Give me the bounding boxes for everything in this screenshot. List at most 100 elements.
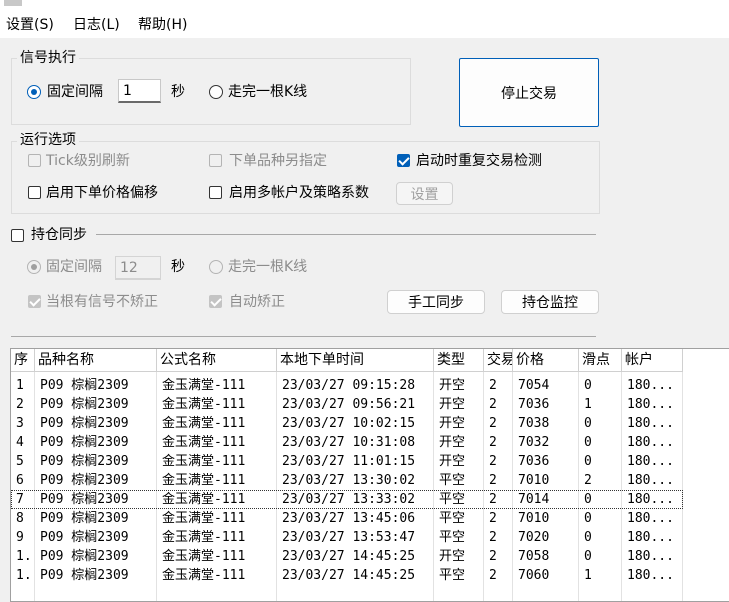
menu-help[interactable]: 帮助(H) (138, 16, 187, 34)
startup-check-label: 启动时重复交易检测 (416, 153, 542, 169)
stop-trading-button[interactable]: 停止交易 (459, 58, 599, 127)
tick-refresh-label: Tick级别刷新 (46, 153, 130, 169)
cell-account: 180... (627, 473, 674, 488)
startup-check-checkbox[interactable] (397, 154, 410, 167)
column-header-price[interactable]: 价格 (513, 349, 579, 372)
cell-variety: P09 棕榈2309 (40, 568, 129, 583)
table-row[interactable]: 1 P09 棕榈2309 金玉满堂-111 23/03/27 09:15:28 开空 2 7… (11, 376, 683, 395)
sync-fixed-interval-radio[interactable] (27, 260, 41, 274)
cell-time: 23/03/27 13:33:02 (282, 492, 416, 507)
signal-kline-label: 走完一根K线 (228, 84, 308, 100)
cell-formula: 金玉满堂-111 (162, 397, 246, 412)
auto-fix-checkbox[interactable] (209, 295, 222, 308)
cell-account: 180... (627, 378, 674, 393)
price-offset-checkbox[interactable] (28, 186, 41, 199)
table-row[interactable]: 2 P09 棕榈2309 金玉满堂-111 23/03/27 09:56:21 开空 2 7… (11, 395, 683, 414)
column-header-type[interactable]: 类型 (434, 349, 484, 372)
cell-price: 7038 (518, 416, 550, 431)
sync-kline-radio[interactable] (209, 260, 223, 274)
table-row[interactable]: 5 P09 棕榈2309 金玉满堂-111 23/03/27 11:01:15 开空 2 7… (11, 452, 683, 471)
cell-slippage: 1 (584, 568, 592, 583)
column-header-formula[interactable]: 公式名称 (157, 349, 277, 372)
table-separator (11, 336, 596, 337)
cell-price: 7014 (518, 492, 550, 507)
column-header-qty[interactable]: 交易数 (484, 349, 513, 372)
signal-fixed-interval-radio[interactable] (27, 85, 41, 99)
position-sync-label: 持仓同步 (31, 227, 87, 243)
column-header-slippage[interactable]: 滑点 (579, 349, 622, 372)
cell-qty: 2 (489, 530, 497, 545)
app-icon (4, 0, 22, 6)
cell-variety: P09 棕榈2309 (40, 416, 129, 431)
position-monitor-button[interactable]: 持仓监控 (501, 290, 599, 314)
column-header-variety[interactable]: 品种名称 (35, 349, 157, 372)
cell-qty: 2 (489, 568, 497, 583)
column-header-seq[interactable]: 序 (11, 349, 35, 372)
table-row[interactable]: 1. P09 棕榈2309 金玉满堂-111 23/03/27 14:45:25 开空 2… (11, 547, 683, 566)
cell-slippage: 2 (584, 473, 592, 488)
table-row[interactable]: 6 P09 棕榈2309 金玉满堂-111 23/03/27 13:30:02 平空 2 7… (11, 471, 683, 490)
signal-seconds-label: 秒 (171, 84, 185, 100)
column-header-account[interactable]: 帐户 (622, 349, 683, 372)
menu-settings[interactable]: 设置(S) (6, 16, 54, 34)
table-row[interactable]: 7 P09 棕榈2309 金玉满堂-111 23/03/27 13:33:02 平空 2 7… (11, 490, 683, 509)
sync-separator (96, 234, 596, 235)
table-row[interactable]: 8 P09 棕榈2309 金玉满堂-111 23/03/27 13:45:06 平空 2 7… (11, 509, 683, 528)
cell-account: 180... (627, 397, 674, 412)
signal-kline-radio[interactable] (209, 85, 223, 99)
title-bar (0, 0, 729, 12)
cell-variety: P09 棕榈2309 (40, 511, 129, 526)
cell-seq: 8 (16, 511, 24, 526)
cell-slippage: 0 (584, 454, 592, 469)
cell-account: 180... (627, 416, 674, 431)
cell-account: 180... (627, 435, 674, 450)
cell-formula: 金玉满堂-111 (162, 473, 246, 488)
cell-type: 平空 (439, 473, 466, 488)
cell-variety: P09 棕榈2309 (40, 454, 129, 469)
cell-formula: 金玉满堂-111 (162, 416, 246, 431)
trade-list[interactable]: 序品种名称公式名称本地下单时间类型交易数价格滑点帐户 1 P09 棕榈2309 金玉… (10, 348, 729, 602)
cell-price: 7060 (518, 568, 550, 583)
cell-type: 开空 (439, 549, 466, 564)
order-variety-label: 下单品种另指定 (229, 153, 327, 169)
no-fix-checkbox[interactable] (28, 295, 41, 308)
cell-formula: 金玉满堂-111 (162, 568, 246, 583)
cell-formula: 金玉满堂-111 (162, 435, 246, 450)
cell-time: 23/03/27 09:15:28 (282, 378, 416, 393)
multi-account-checkbox[interactable] (209, 186, 222, 199)
sync-interval-input[interactable] (115, 256, 161, 280)
position-sync-checkbox[interactable] (11, 229, 24, 242)
cell-slippage: 0 (584, 378, 592, 393)
table-row[interactable]: 9 P09 棕榈2309 金玉满堂-111 23/03/27 13:53:47 平空 2 7… (11, 528, 683, 547)
cell-account: 180... (627, 454, 674, 469)
cell-seq: 2 (16, 397, 24, 412)
cell-account: 180... (627, 511, 674, 526)
cell-time: 23/03/27 13:53:47 (282, 530, 416, 545)
table-row[interactable]: 3 P09 棕榈2309 金玉满堂-111 23/03/27 10:02:15 开空 2 7… (11, 414, 683, 433)
cell-time: 23/03/27 09:56:21 (282, 397, 416, 412)
cell-seq: 4 (16, 435, 24, 450)
cell-qty: 2 (489, 473, 497, 488)
multi-account-settings-button[interactable]: 设置 (396, 182, 453, 205)
table-row[interactable]: 4 P09 棕榈2309 金玉满堂-111 23/03/27 10:31:08 开空 2 7… (11, 433, 683, 452)
order-variety-checkbox[interactable] (209, 154, 222, 167)
cell-qty: 2 (489, 435, 497, 450)
sync-kline-label: 走完一根K线 (228, 259, 308, 275)
cell-price: 7010 (518, 511, 550, 526)
signal-interval-input[interactable] (118, 79, 161, 103)
cell-qty: 2 (489, 492, 497, 507)
menu-log[interactable]: 日志(L) (73, 16, 120, 34)
cell-price: 7036 (518, 397, 550, 412)
column-header-time[interactable]: 本地下单时间 (277, 349, 434, 372)
cell-slippage: 0 (584, 492, 592, 507)
sync-fixed-interval-label: 固定间隔 (46, 259, 102, 275)
tick-refresh-checkbox[interactable] (28, 154, 41, 167)
cell-type: 平空 (439, 492, 466, 507)
manual-sync-button[interactable]: 手工同步 (387, 290, 485, 314)
cell-qty: 2 (489, 549, 497, 564)
no-fix-label: 当根有信号不矫正 (46, 294, 158, 310)
table-row[interactable]: 1. P09 棕榈2309 金玉满堂-111 23/03/27 14:45:25 平空 2… (11, 566, 683, 585)
cell-time: 23/03/27 13:45:06 (282, 511, 416, 526)
sync-seconds-label: 秒 (171, 259, 185, 275)
cell-price: 7020 (518, 530, 550, 545)
